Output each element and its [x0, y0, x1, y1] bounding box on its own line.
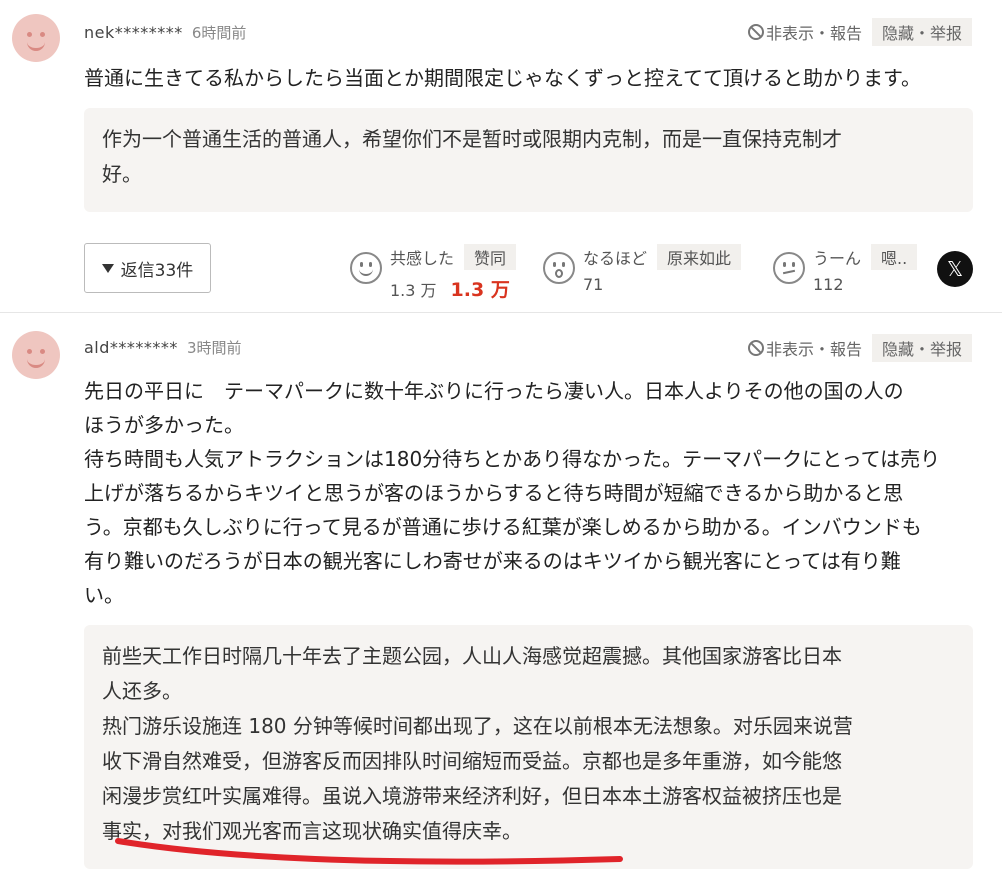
reaction-label: 共感した — [390, 249, 455, 268]
comment-2: ald******** 3時間前 非表示・報告 隐藏・举报 先日の平日に テーマ… — [0, 312, 1002, 889]
avatar[interactable] — [12, 14, 60, 62]
comment-translation: 前些天工作日时隔几十年去了主题公园，人山人海感觉超震撼。其他国家游客比日本 人还… — [84, 625, 973, 869]
reaction-label: なるほど — [583, 249, 648, 268]
username[interactable]: nek******** — [84, 23, 183, 42]
hide-report-actions: 非表示・報告 隐藏・举报 — [747, 18, 972, 46]
reaction-count-translation: 1.3 万 — [450, 279, 510, 301]
hide-report-link[interactable]: 非表示・報告 — [747, 20, 862, 44]
reaction-i-see[interactable]: なるほど 原来如此 71 — [543, 244, 742, 294]
ban-icon — [747, 340, 764, 356]
surprised-icon — [543, 252, 575, 284]
reaction-empathize[interactable]: 共感した 赞同 1.3 万 1.3 万 — [350, 244, 517, 302]
comment-1: nek******** 6時間前 非表示・報告 隐藏・举报 普通に生きてる私から… — [0, 0, 1002, 312]
thinking-icon — [773, 252, 805, 284]
hide-report-label: 非表示・報告 — [765, 24, 862, 43]
caret-down-icon — [101, 263, 114, 273]
reaction-count: 1.3 万 — [390, 281, 437, 300]
comment-text: 普通に生きてる私からしたら当面とか期間限定じゃなくずっと控えてて頂けると助かりま… — [84, 66, 921, 90]
hide-report-translation: 隐藏・举报 — [871, 334, 972, 362]
share-x-icon[interactable]: 𝕏 — [937, 251, 973, 287]
timestamp: 6時間前 — [191, 24, 247, 42]
reaction-translation: 嗯.. — [871, 244, 918, 270]
avatar[interactable] — [12, 331, 60, 379]
reaction-translation: 赞同 — [464, 244, 517, 270]
comment-text: 先日の平日に テーマパークに数十年ぶりに行ったら凄い人。日本人よりその他の国の人… — [84, 379, 941, 607]
ban-icon — [747, 24, 764, 40]
comment-header: nek******** 6時間前 — [84, 22, 246, 43]
reaction-translation: 原来如此 — [657, 244, 742, 270]
replies-label: 返信33件 — [120, 260, 194, 281]
reaction-hmm[interactable]: うーん 嗯.. 112 — [773, 244, 918, 294]
comment-header: ald******** 3時間前 — [84, 337, 242, 358]
reaction-label: うーん — [813, 249, 862, 268]
comment-translation: 作为一个普通生活的普通人，希望你们不是暂时或限期内克制，而是一直保持克制才 好。 — [84, 108, 973, 212]
reaction-count: 71 — [583, 275, 604, 294]
timestamp: 3時間前 — [187, 339, 242, 357]
hide-report-label: 非表示・報告 — [765, 340, 862, 359]
hide-report-translation: 隐藏・举报 — [871, 18, 972, 46]
username[interactable]: ald******** — [84, 338, 178, 357]
replies-toggle-button[interactable]: 返信33件 — [84, 243, 211, 293]
smile-icon — [350, 252, 382, 284]
hide-report-actions: 非表示・報告 隐藏・举报 — [747, 334, 972, 362]
hide-report-link[interactable]: 非表示・報告 — [747, 336, 862, 360]
reaction-count: 112 — [813, 275, 844, 294]
